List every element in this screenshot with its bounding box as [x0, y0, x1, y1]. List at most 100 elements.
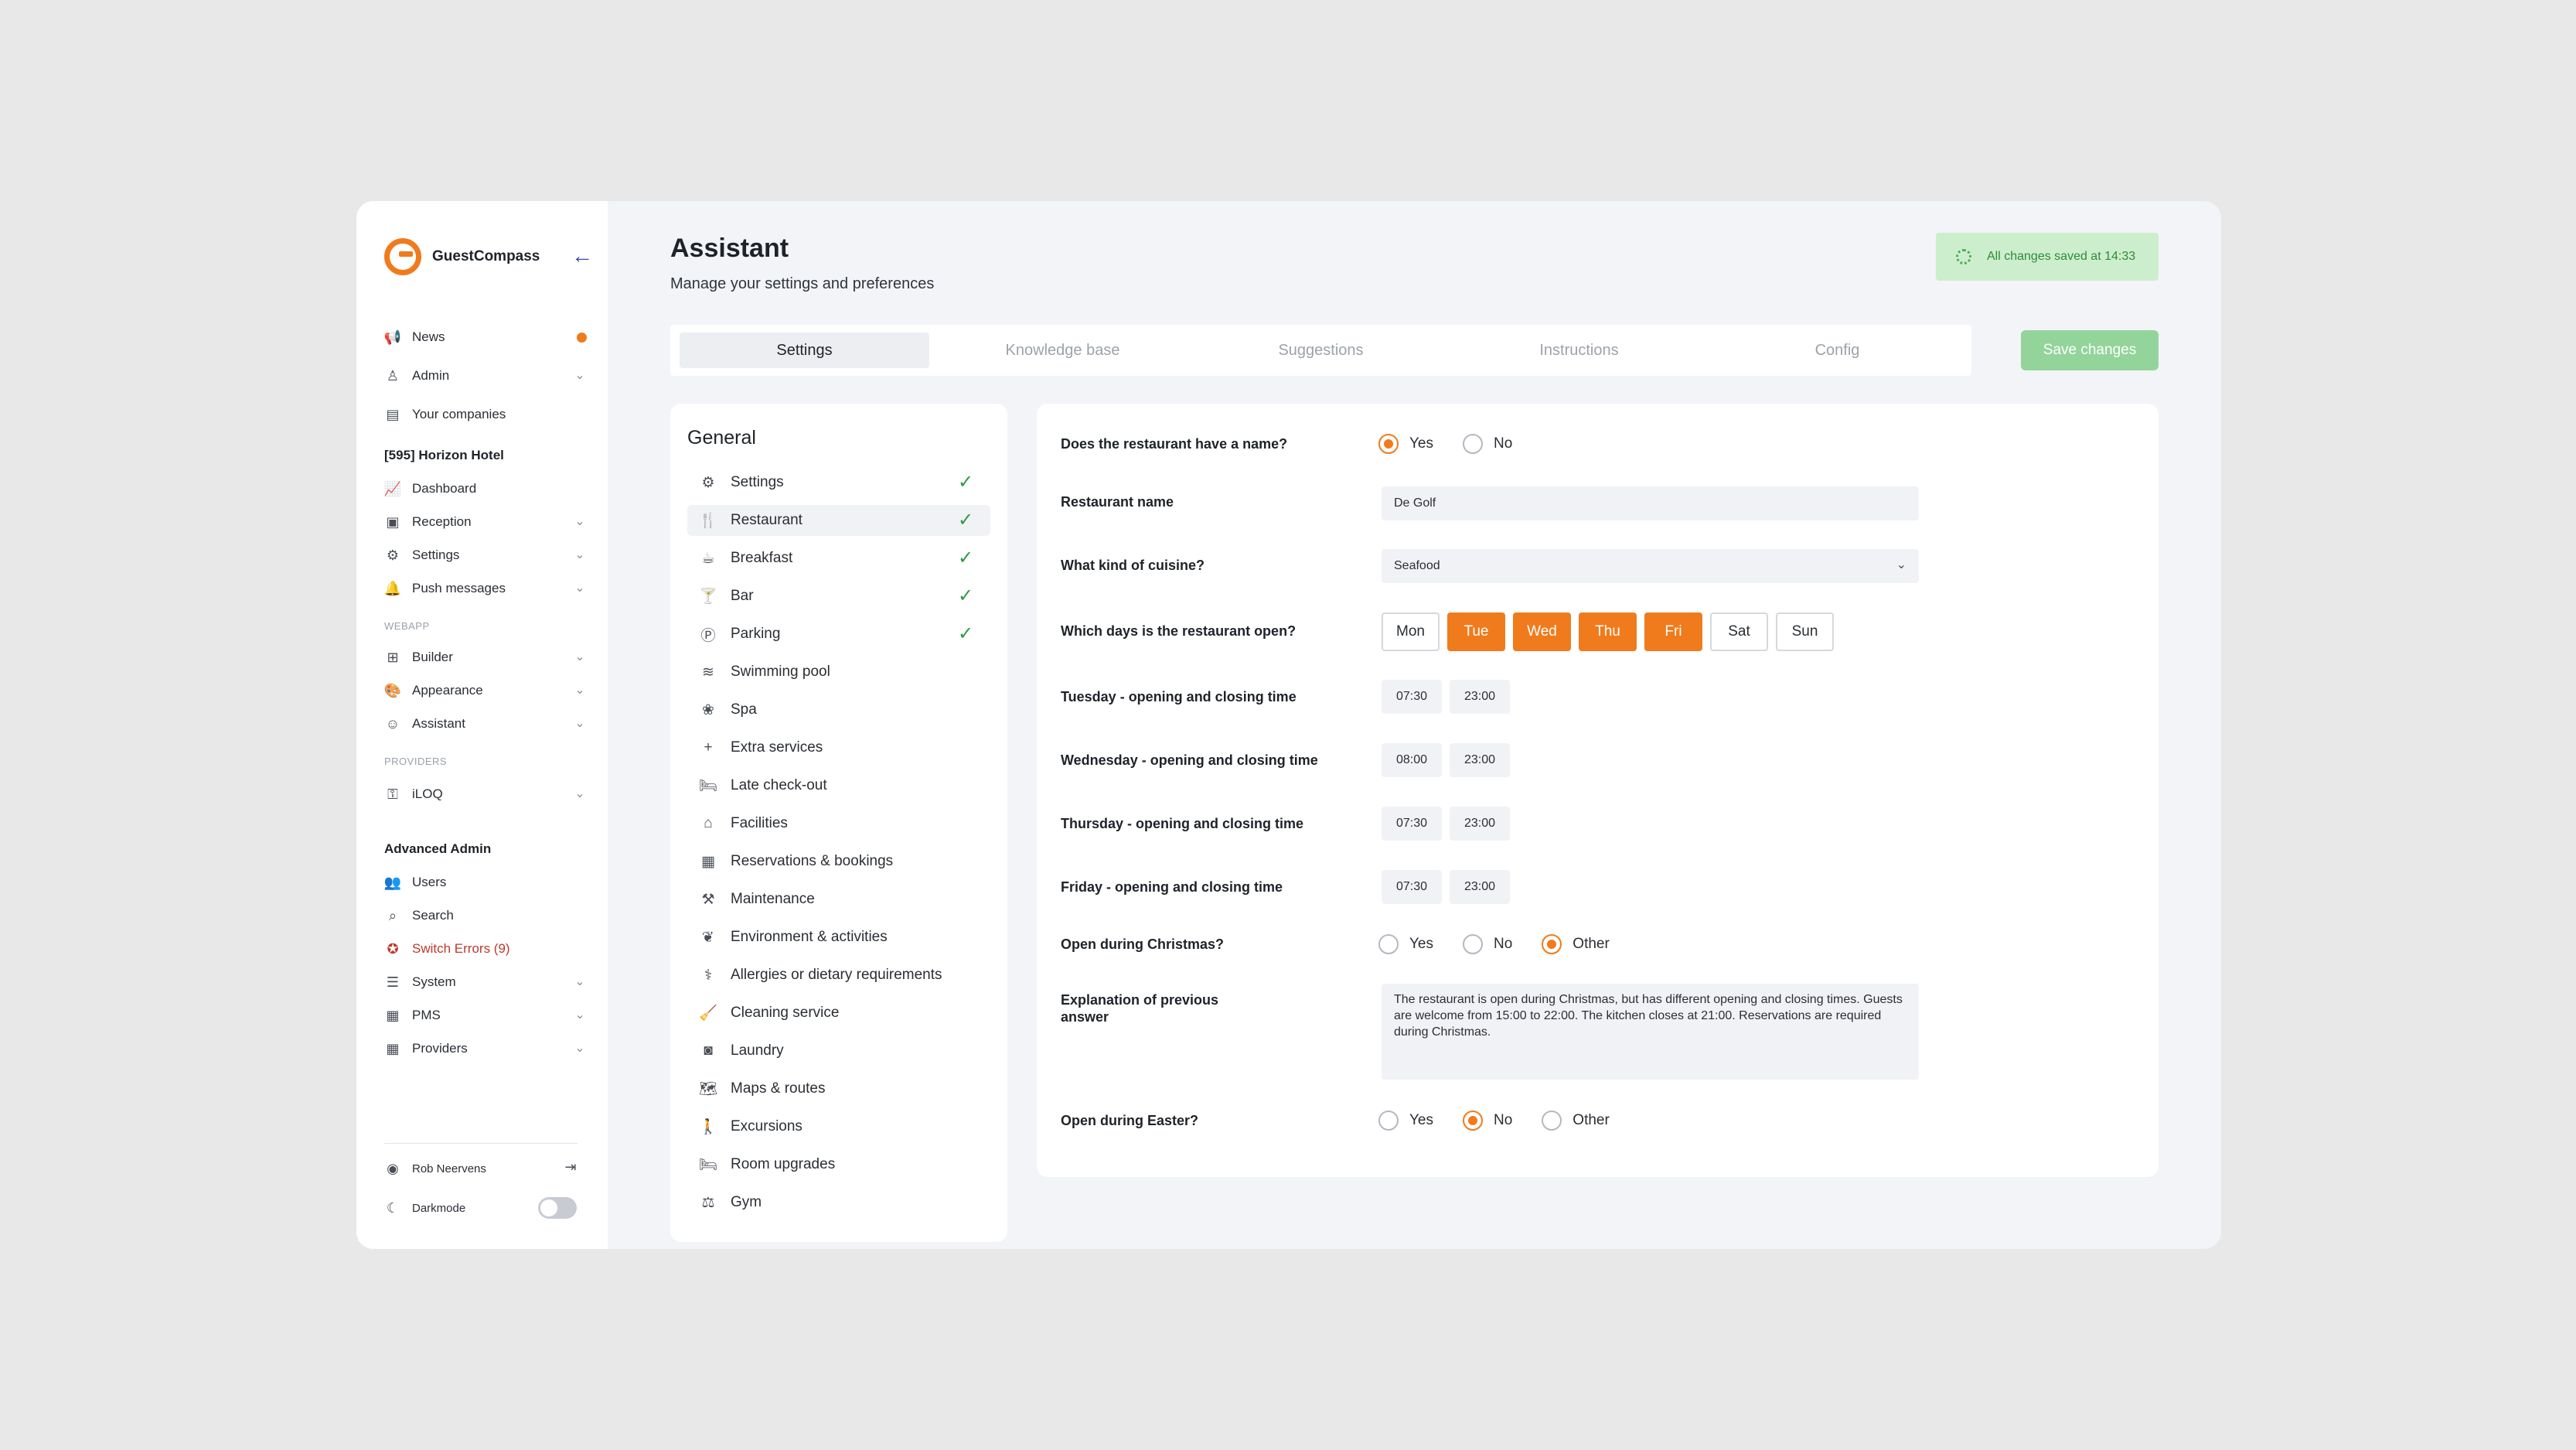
friday-close-time[interactable]: 23:00 [1450, 870, 1510, 904]
sidebar-item-iloq[interactable]: ⚿ iLOQ ⌄ [384, 780, 590, 808]
bed-icon: 🛏 [698, 1157, 718, 1173]
cuisine-value: Seafood [1394, 559, 1440, 572]
explanation-textarea[interactable]: The restaurant is open during Christmas,… [1382, 984, 1919, 1080]
chart-icon: 📈 [383, 480, 402, 496]
app-window: GuestCompass ← 📢 News ♙ Admin ⌄ ▤ Your c… [356, 201, 2221, 1249]
sidebar-item-dashboard[interactable]: 📈 Dashboard [384, 475, 590, 503]
cuisine-select[interactable]: Seafood ⌄ [1382, 549, 1919, 583]
sidebar-item-appearance[interactable]: 🎨 Appearance ⌄ [384, 677, 590, 705]
general-item-swimming-pool[interactable]: ≋ Swimming pool [687, 657, 990, 687]
chevron-down-icon: ⌄ [574, 684, 585, 697]
sidebar-item-search[interactable]: ⌕ Search [384, 902, 590, 930]
thursday-close-time[interactable]: 23:00 [1450, 807, 1510, 841]
friday-open-time[interactable]: 07:30 [1382, 870, 1442, 904]
day-sat[interactable]: Sat [1710, 612, 1768, 651]
general-item-label: Restaurant [731, 512, 802, 528]
tab-config[interactable]: Config [1712, 333, 1962, 368]
sidebar: GuestCompass ← 📢 News ♙ Admin ⌄ ▤ Your c… [356, 201, 608, 1249]
chevron-down-icon: ⌄ [574, 548, 585, 561]
brand-row[interactable]: GuestCompass ← [384, 235, 593, 278]
general-item-laundry[interactable]: ◙ Laundry [687, 1035, 990, 1066]
advanced-admin-title: Advanced Admin [384, 841, 492, 856]
general-item-environment[interactable]: ❦ Environment & activities [687, 922, 990, 953]
tuesday-open-time[interactable]: 07:30 [1382, 680, 1442, 714]
general-item-room-upgrades[interactable]: 🛏 Room upgrades [687, 1149, 990, 1180]
general-item-label: Maintenance [731, 891, 815, 907]
tuesday-close-time[interactable]: 23:00 [1450, 680, 1510, 714]
sidebar-item-push-messages[interactable]: 🔔 Push messages ⌄ [384, 575, 590, 602]
general-item-facilities[interactable]: ⌂ Facilities [687, 808, 990, 839]
general-item-maps[interactable]: 🗺 Maps & routes [687, 1073, 990, 1104]
day-wed[interactable]: Wed [1513, 612, 1571, 651]
sidebar-item-label: Appearance [412, 683, 483, 698]
sidebar-item-reception[interactable]: ▣ Reception ⌄ [384, 508, 590, 536]
sidebar-item-label: System [412, 974, 456, 989]
question-restaurant-name: Restaurant name [1061, 494, 1174, 510]
day-thu[interactable]: Thu [1579, 612, 1637, 651]
tab-bar: Settings Knowledge base Suggestions Inst… [670, 325, 1971, 376]
general-item-bar[interactable]: 🍸 Bar ✓ [687, 581, 990, 612]
easter-no-radio[interactable]: No [1463, 1111, 1512, 1131]
sidebar-item-system[interactable]: ☰ System ⌄ [384, 968, 590, 996]
radio-circle [1378, 434, 1399, 454]
thursday-open-time[interactable]: 07:30 [1382, 807, 1442, 841]
general-item-settings[interactable]: ⚙ Settings ✓ [687, 467, 990, 498]
wednesday-open-time[interactable]: 08:00 [1382, 743, 1442, 777]
general-item-breakfast[interactable]: ☕ Breakfast ✓ [687, 543, 990, 574]
day-fri[interactable]: Fri [1644, 612, 1702, 651]
save-changes-button[interactable]: Save changes [2021, 330, 2159, 370]
easter-other-radio[interactable]: Other [1542, 1111, 1610, 1131]
has-name-no-radio[interactable]: No [1463, 434, 1512, 454]
general-item-maintenance[interactable]: ⚒ Maintenance [687, 884, 990, 915]
easter-yes-radio[interactable]: Yes [1378, 1111, 1433, 1131]
sidebar-item-settings[interactable]: ⚙ Settings ⌄ [384, 541, 590, 569]
general-item-cleaning[interactable]: 🧹 Cleaning service [687, 998, 990, 1029]
general-item-extra-services[interactable]: + Extra services [687, 732, 990, 763]
sidebar-item-builder[interactable]: ⊞ Builder ⌄ [384, 643, 590, 671]
general-item-parking[interactable]: Ⓟ Parking ✓ [687, 619, 990, 650]
user-profile[interactable]: ◉ Rob Neervens [384, 1155, 590, 1182]
general-item-label: Room upgrades [731, 1156, 836, 1172]
facilities-icon: ⌂ [704, 815, 713, 831]
sidebar-item-switch-errors[interactable]: ✪ Switch Errors (9) [384, 935, 590, 963]
coffee-icon: ☕ [701, 550, 715, 567]
sidebar-item-users[interactable]: 👥 Users [384, 868, 590, 896]
day-mon[interactable]: Mon [1382, 612, 1440, 651]
tab-knowledge-base[interactable]: Knowledge base [938, 333, 1187, 368]
collapse-sidebar-icon[interactable]: ← [570, 244, 595, 269]
restaurant-name-input[interactable]: De Golf [1382, 486, 1919, 520]
sidebar-item-your-companies[interactable]: ▤ Your companies [384, 401, 590, 428]
general-item-spa[interactable]: ❀ Spa [687, 694, 990, 725]
christmas-other-radio[interactable]: Other [1542, 934, 1610, 954]
guestcompass-logo-icon [384, 238, 421, 275]
tab-settings[interactable]: Settings [680, 333, 929, 368]
sidebar-item-news[interactable]: 📢 News [384, 323, 590, 351]
general-item-gym[interactable]: ⚖ Gym [687, 1187, 990, 1218]
general-item-reservations[interactable]: ▦ Reservations & bookings [687, 846, 990, 877]
tab-instructions[interactable]: Instructions [1454, 333, 1704, 368]
general-item-late-check-out[interactable]: 🛏 Late check-out [687, 770, 990, 801]
tab-suggestions[interactable]: Suggestions [1196, 333, 1446, 368]
sidebar-item-pms[interactable]: ▦ PMS ⌄ [384, 1001, 590, 1029]
wednesday-close-time[interactable]: 23:00 [1450, 743, 1510, 777]
user-icon: ♙ [386, 367, 400, 384]
day-sun[interactable]: Sun [1776, 612, 1834, 651]
sidebar-item-assistant[interactable]: ☺ Assistant ⌄ [384, 710, 590, 738]
christmas-no-radio[interactable]: No [1463, 934, 1512, 954]
general-item-restaurant[interactable]: 🍴 Restaurant ✓ [687, 505, 990, 536]
general-item-allergies[interactable]: ⚕ Allergies or dietary requirements [687, 960, 990, 991]
christmas-yes-radio[interactable]: Yes [1378, 934, 1433, 954]
allergy-icon: ⚕ [704, 967, 713, 984]
general-item-label: Environment & activities [731, 929, 888, 945]
radio-circle [1378, 934, 1399, 954]
day-tue[interactable]: Tue [1447, 612, 1505, 651]
general-item-excursions[interactable]: 🚶 Excursions [687, 1111, 990, 1142]
sidebar-item-label: Assistant [412, 716, 465, 731]
darkmode-toggle[interactable] [538, 1197, 577, 1219]
has-name-yes-radio[interactable]: Yes [1378, 434, 1433, 454]
sidebar-item-providers[interactable]: ▦ Providers ⌄ [384, 1035, 590, 1063]
radio-circle [1378, 1111, 1399, 1131]
sidebar-item-admin[interactable]: ♙ Admin ⌄ [384, 362, 590, 390]
logout-icon[interactable]: ⇥ [561, 1159, 580, 1178]
has-name-radio-group: Yes No [1378, 434, 1542, 454]
